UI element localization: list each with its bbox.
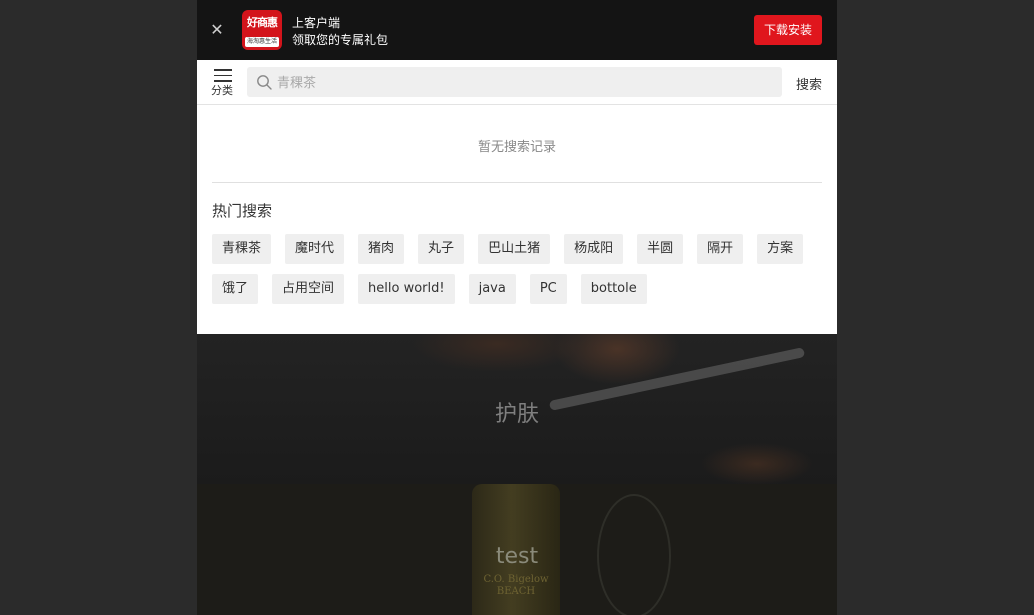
hot-tag[interactable]: 占用空间	[272, 274, 345, 304]
banner-line1: 上客户端	[292, 16, 341, 30]
category-card-test[interactable]: C.O. Bigelow BEACH test	[197, 484, 837, 615]
search-suggestion-panel: 暂无搜索记录 热门搜索 青稞茶 魔时代 猪肉 丸子 巴山土猪 杨成阳 半圆 隔开…	[197, 105, 837, 334]
hot-tag[interactable]: bottole	[580, 274, 647, 304]
download-button[interactable]: 下载安装	[754, 15, 822, 45]
category-content: 护肤 C.O. Bigelow BEACH test	[197, 334, 837, 615]
hot-tag[interactable]: 巴山土猪	[478, 234, 551, 264]
hot-tag[interactable]: 青稞茶	[212, 234, 272, 264]
hot-search-title: 热门搜索	[212, 202, 273, 220]
category-label: 分类	[211, 84, 233, 97]
search-icon	[257, 75, 272, 90]
hot-tag[interactable]: 隔开	[697, 234, 744, 264]
hot-tag[interactable]: hello world!	[358, 274, 455, 304]
search-input[interactable]	[275, 67, 774, 99]
bottle-label-text: C.O. Bigelow BEACH	[483, 574, 549, 597]
hot-tag[interactable]: 方案	[757, 234, 804, 264]
hot-tag[interactable]: PC	[529, 274, 567, 304]
history-empty-text: 暂无搜索记录	[477, 140, 556, 155]
category-card-title: test	[495, 544, 539, 569]
search-box[interactable]	[247, 67, 782, 99]
banner-line2: 领取您的专属礼包	[292, 33, 389, 47]
hot-tag[interactable]: 饿了	[212, 274, 259, 304]
app-logo: 好商惠 海淘惠生活	[242, 10, 282, 50]
category-card-title: 护肤	[494, 402, 539, 427]
hot-tag[interactable]: 半圆	[637, 234, 684, 264]
hot-tag[interactable]: 魔时代	[285, 234, 345, 264]
close-icon[interactable]: ✕	[209, 20, 225, 40]
hot-tag[interactable]: 杨成阳	[564, 234, 624, 264]
logo-subtext: 海淘惠生活	[245, 37, 279, 47]
category-button[interactable]: 分类	[209, 68, 237, 98]
hot-tag[interactable]: 猪肉	[358, 234, 405, 264]
download-banner: ✕ 好商惠 海淘惠生活 上客户端 领取您的专属礼包 下载安装	[197, 0, 837, 60]
category-card-skincare[interactable]: 护肤	[197, 334, 837, 484]
divider	[212, 182, 822, 183]
search-bar: 分类 搜索	[197, 60, 837, 105]
app-viewport: ✕ 好商惠 海淘惠生活 上客户端 领取您的专属礼包 下载安装 分类 搜索 暂无搜…	[197, 0, 837, 615]
search-button[interactable]: 搜索	[796, 74, 822, 93]
hot-search-tags: 青稞茶 魔时代 猪肉 丸子 巴山土猪 杨成阳 半圆 隔开 方案 饿了 占用空间 …	[212, 234, 827, 304]
logo-text: 好商惠	[247, 16, 278, 29]
hot-tag[interactable]: 丸子	[418, 234, 465, 264]
hot-tag[interactable]: java	[468, 274, 516, 304]
